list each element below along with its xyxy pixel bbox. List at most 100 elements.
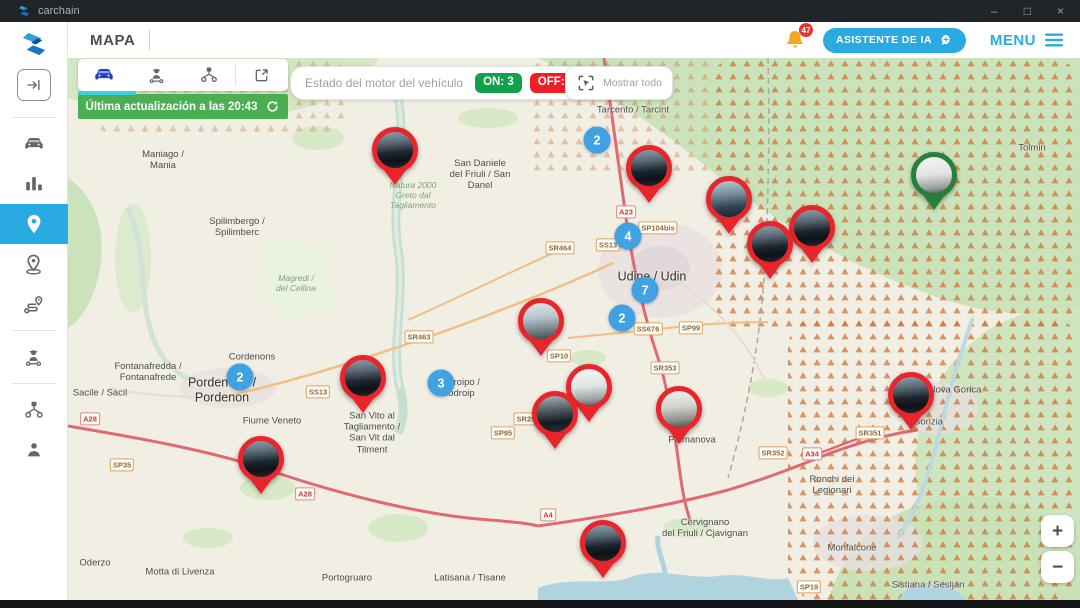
collapse-arrow-icon: [25, 76, 43, 94]
map-pin-icon: [23, 213, 45, 235]
show-all-button[interactable]: Mostrar todo: [565, 66, 673, 100]
marker-tail: [759, 264, 781, 279]
close-button[interactable]: ×: [1057, 0, 1064, 22]
marker-tail: [384, 170, 406, 185]
road-badge: SS13: [306, 385, 330, 398]
map-place-label: Sistiana / Sesljan: [892, 579, 965, 590]
last-update-banner: Última actualización a las 20:43: [78, 94, 288, 119]
road-badge: A28: [80, 412, 100, 425]
cluster-marker[interactable]: 2: [227, 364, 254, 391]
sidebar-item-map[interactable]: [0, 204, 68, 244]
route-icon: [22, 293, 45, 316]
vehicle-photo: [518, 298, 564, 344]
zoom-in-button[interactable]: +: [1041, 515, 1074, 547]
marker-tail: [638, 188, 660, 203]
app-window: carchain – □ ×: [0, 0, 1080, 608]
map-place-label: Latisana / Tisane: [434, 572, 506, 583]
marker-tail: [923, 195, 945, 210]
zoom-out-button[interactable]: −: [1041, 551, 1074, 583]
ai-assistant-label: ASISTENTE DE IA: [836, 34, 932, 46]
marker-tail: [801, 248, 823, 263]
vehicle-marker[interactable]: [656, 386, 702, 446]
cluster-marker[interactable]: 2: [609, 305, 636, 332]
vehicle-photo: [888, 372, 934, 418]
vehicle-marker[interactable]: [789, 205, 835, 265]
engine-status-label: Estado del motor del vehículo: [305, 76, 463, 90]
vehicle-marker[interactable]: [626, 145, 672, 205]
window-titlebar: carchain – □ ×: [0, 0, 1080, 22]
vehicle-marker[interactable]: [888, 372, 934, 432]
road-badge: SP95: [491, 426, 515, 439]
map-place-label: Tolmin: [1018, 142, 1045, 153]
map-place-label: Sacile / Sacil: [73, 387, 127, 398]
minimize-button[interactable]: –: [991, 0, 998, 22]
road-badge: SP99: [679, 321, 703, 334]
car-icon: [22, 132, 46, 156]
notifications-button[interactable]: 47: [783, 28, 809, 52]
marker-tail: [578, 407, 600, 422]
tab-vehicles[interactable]: [78, 59, 130, 91]
cluster-marker[interactable]: 7: [632, 277, 659, 304]
map-place-label: Nova Gorica: [929, 384, 982, 395]
car-icon: [92, 63, 116, 87]
tab-drivers[interactable]: [130, 59, 182, 91]
ai-assistant-button[interactable]: ASISTENTE DE IA: [823, 28, 966, 53]
tab-groups[interactable]: [183, 59, 235, 91]
sidebar-item-routes[interactable]: [0, 284, 68, 324]
sidebar-divider: [12, 330, 56, 331]
zoom-controls: + −: [1041, 515, 1074, 583]
marker-tail: [900, 415, 922, 430]
vehicle-photo: [706, 176, 752, 222]
fit-all-icon: [576, 73, 596, 93]
road-badge: SR464: [546, 241, 575, 254]
assistant-chat-icon: [939, 33, 953, 47]
expand-icon: [252, 66, 271, 85]
vehicle-marker[interactable]: [518, 298, 564, 358]
tab-expand[interactable]: [236, 59, 288, 91]
sidebar-item-vehicles[interactable]: [0, 124, 68, 164]
sidebar-item-groups[interactable]: [0, 390, 68, 430]
map-place-label: Ronchi dei Legionari: [810, 474, 855, 496]
road-badge: SR351: [856, 426, 885, 439]
marker-tail: [530, 341, 552, 356]
vehicle-marker[interactable]: [340, 355, 386, 415]
vehicle-marker[interactable]: [238, 436, 284, 496]
sidebar-item-users[interactable]: [0, 430, 68, 470]
road-badge: SR352: [759, 446, 788, 459]
road-badge: A34: [802, 447, 822, 460]
page-title: MAPA: [90, 32, 135, 49]
sidebar-collapse-button[interactable]: [17, 69, 51, 101]
marker-tail: [250, 479, 272, 494]
map-canvas[interactable]: Maniago / ManiaSan Daniele del Friuli / …: [68, 58, 1080, 600]
vehicle-marker[interactable]: [706, 176, 752, 236]
vehicle-photo: [238, 436, 284, 482]
sidebar-item-drivers[interactable]: [0, 337, 68, 377]
vehicle-photo: [340, 355, 386, 401]
cluster-marker[interactable]: 4: [615, 223, 642, 250]
cluster-marker[interactable]: 2: [584, 127, 611, 154]
active-tab-underline: [78, 91, 136, 95]
cluster-marker[interactable]: 3: [428, 370, 455, 397]
map-place-label: Oderzo: [79, 557, 110, 568]
vehicle-marker[interactable]: [911, 152, 957, 212]
road-badge: SP104bis: [638, 221, 677, 234]
topbar: MAPA 47 ASISTENTE DE IA: [68, 22, 1080, 58]
hierarchy-icon: [23, 399, 45, 421]
sidebar-item-statistics[interactable]: [0, 164, 68, 204]
vehicle-photo: [747, 221, 793, 267]
location-pin-icon: [22, 253, 45, 276]
vehicle-marker[interactable]: [747, 221, 793, 281]
vehicle-marker[interactable]: [372, 127, 418, 187]
vehicle-marker[interactable]: [580, 520, 626, 580]
vehicle-marker[interactable]: [532, 391, 578, 451]
marker-tail: [544, 434, 566, 449]
marker-tail: [668, 429, 690, 444]
sidebar-item-locations[interactable]: [0, 244, 68, 284]
maximize-button[interactable]: □: [1024, 0, 1031, 22]
last-update-text: Última actualización a las 20:43: [86, 101, 258, 113]
road-badge: A23: [616, 205, 636, 218]
menu-button[interactable]: MENU: [990, 32, 1064, 49]
map-place-label: San Daniele del Friuli / San Danel: [450, 158, 511, 192]
marker-tail: [592, 563, 614, 578]
refresh-icon[interactable]: [265, 99, 280, 114]
